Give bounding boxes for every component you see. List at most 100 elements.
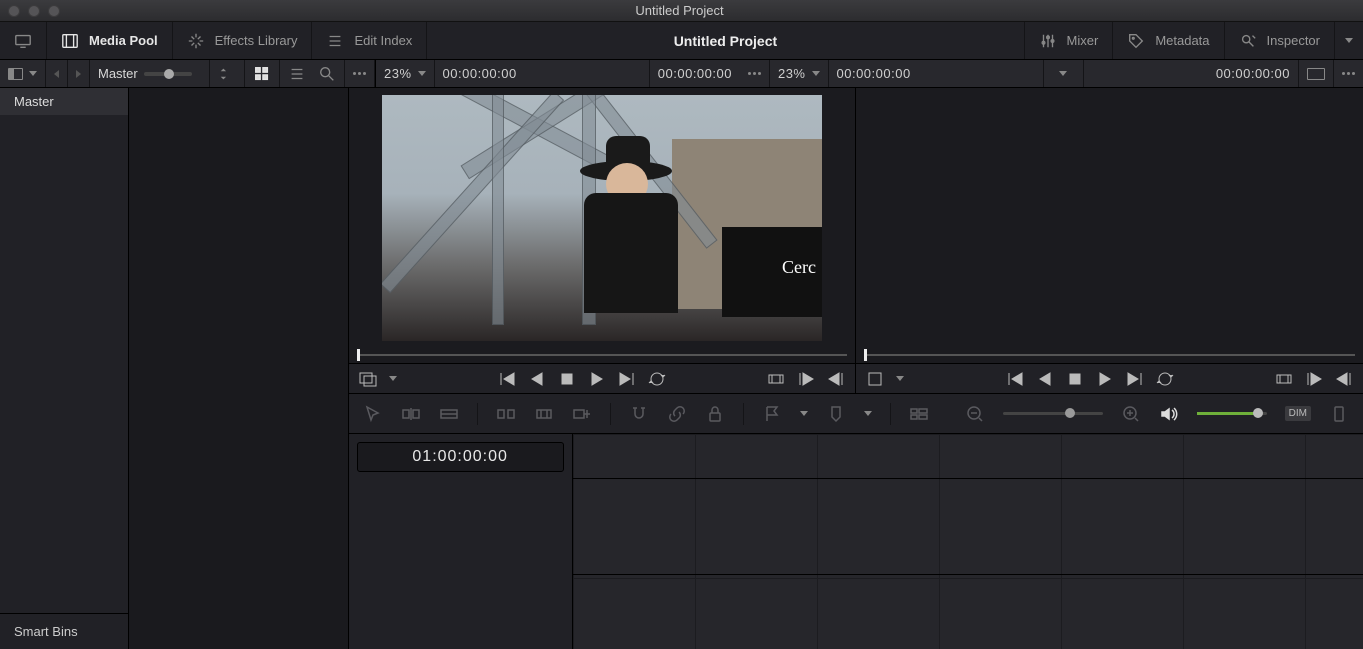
close-window-icon[interactable] [8, 5, 20, 17]
smart-bins-header[interactable]: Smart Bins [0, 613, 128, 649]
timeline-track-header[interactable]: 01:00:00:00 [349, 434, 573, 649]
overwrite-clip-icon[interactable] [439, 404, 459, 424]
chevron-right-icon [76, 70, 81, 78]
snap-icon[interactable] [629, 404, 649, 424]
chevron-down-icon[interactable] [800, 411, 808, 416]
expand-button[interactable] [1334, 22, 1363, 59]
workspace-layout-button[interactable] [0, 22, 47, 59]
effects-library-label: Effects Library [215, 33, 298, 48]
fit-to-fill-icon[interactable] [534, 404, 554, 424]
dim-button[interactable]: DIM [1285, 406, 1311, 421]
flag-icon[interactable] [762, 404, 782, 424]
mark-in-out-button[interactable] [1275, 370, 1293, 388]
chevron-down-icon [418, 71, 426, 76]
replace-clip-icon[interactable] [496, 404, 516, 424]
media-pool-content[interactable] [129, 88, 348, 649]
search-button[interactable] [310, 60, 345, 87]
volume-slider[interactable] [1197, 412, 1267, 415]
first-frame-button[interactable] [498, 370, 516, 388]
go-out-button[interactable] [1335, 370, 1353, 388]
go-out-button[interactable] [827, 370, 845, 388]
timeline-canvas[interactable] [856, 88, 1363, 347]
zoom-window-icon[interactable] [48, 5, 60, 17]
go-in-button[interactable] [797, 370, 815, 388]
panel-icon [8, 68, 23, 80]
grid-view-button[interactable] [245, 60, 280, 87]
stop-button[interactable] [1066, 370, 1084, 388]
thumbnail-size-slider[interactable] [144, 72, 192, 76]
inspector-button[interactable]: Inspector [1224, 22, 1334, 59]
media-pool-icon [61, 32, 79, 50]
timeline-zoom[interactable]: 23% [770, 60, 829, 87]
chevron-down-icon [1345, 38, 1353, 43]
go-in-button[interactable] [1305, 370, 1323, 388]
edit-toolbar: DIM [349, 394, 1363, 434]
minimize-window-icon[interactable] [28, 5, 40, 17]
chevron-down-icon[interactable] [389, 376, 397, 381]
timeline-view-icon[interactable] [909, 404, 929, 424]
list-view-button[interactable] [280, 60, 310, 87]
zoom-slider[interactable] [1003, 412, 1103, 415]
media-pool-options[interactable] [345, 60, 375, 87]
source-canvas[interactable]: Cerc [349, 88, 856, 347]
zoom-out-icon[interactable] [965, 404, 985, 424]
chevron-down-icon[interactable] [864, 411, 872, 416]
timeline-scrubber[interactable] [856, 347, 1363, 363]
source-transport [349, 363, 856, 393]
chevron-left-icon [54, 70, 59, 78]
effects-library-button[interactable]: Effects Library [173, 22, 313, 59]
source-options[interactable] [740, 60, 770, 87]
transform-button[interactable] [866, 370, 884, 388]
play-button[interactable] [1096, 370, 1114, 388]
timeline-viewer [856, 88, 1363, 393]
volume-icon[interactable] [1159, 404, 1179, 424]
list-icon [326, 32, 344, 50]
timeline-tc-left: 00:00:00:00 [829, 60, 1044, 87]
stop-button[interactable] [558, 370, 576, 388]
lock-icon[interactable] [705, 404, 725, 424]
match-frame-button[interactable] [359, 370, 377, 388]
timeline-tracks[interactable] [573, 434, 1363, 649]
source-thumbnail: Cerc [382, 95, 822, 341]
last-frame-button[interactable] [618, 370, 636, 388]
media-pool-button[interactable]: Media Pool [47, 22, 173, 59]
bin-name: Master [98, 66, 138, 81]
append-clip-icon[interactable] [572, 404, 592, 424]
bin-path[interactable]: Master [90, 60, 210, 87]
marker-icon[interactable] [826, 404, 846, 424]
mark-in-out-button[interactable] [767, 370, 785, 388]
timeline-timecode[interactable]: 01:00:00:00 [357, 442, 564, 472]
window-titlebar: Untitled Project [0, 0, 1363, 22]
nav-forward-button[interactable] [68, 60, 90, 87]
play-button[interactable] [588, 370, 606, 388]
edit-index-button[interactable]: Edit Index [312, 22, 427, 59]
rect-icon [1307, 68, 1325, 80]
sort-icon [218, 65, 236, 83]
reverse-play-button[interactable] [1036, 370, 1054, 388]
viewer-mode-button[interactable] [1299, 60, 1334, 87]
source-zoom[interactable]: 23% [375, 60, 435, 87]
mute-button-icon[interactable] [1329, 404, 1349, 424]
insert-clip-icon[interactable] [401, 404, 421, 424]
loop-button[interactable] [1156, 370, 1174, 388]
grid-icon [253, 65, 271, 83]
source-scrubber[interactable] [349, 347, 856, 363]
link-icon[interactable] [667, 404, 687, 424]
chevron-down-icon[interactable] [896, 376, 904, 381]
bin-item-master[interactable]: Master [0, 88, 128, 115]
mixer-label: Mixer [1067, 33, 1099, 48]
loop-button[interactable] [648, 370, 666, 388]
nav-back-button[interactable] [46, 60, 68, 87]
mixer-button[interactable]: Mixer [1024, 22, 1113, 59]
metadata-button[interactable]: Metadata [1112, 22, 1223, 59]
first-frame-button[interactable] [1006, 370, 1024, 388]
timeline-options[interactable] [1334, 60, 1363, 87]
timeline-name-dropdown[interactable] [1044, 60, 1084, 87]
reverse-play-button[interactable] [528, 370, 546, 388]
dots-icon [1342, 72, 1355, 75]
zoom-in-icon[interactable] [1121, 404, 1141, 424]
arrow-tool-icon[interactable] [363, 404, 383, 424]
last-frame-button[interactable] [1126, 370, 1144, 388]
sort-button[interactable] [210, 60, 245, 87]
sidebar-layout-button[interactable] [0, 60, 46, 87]
